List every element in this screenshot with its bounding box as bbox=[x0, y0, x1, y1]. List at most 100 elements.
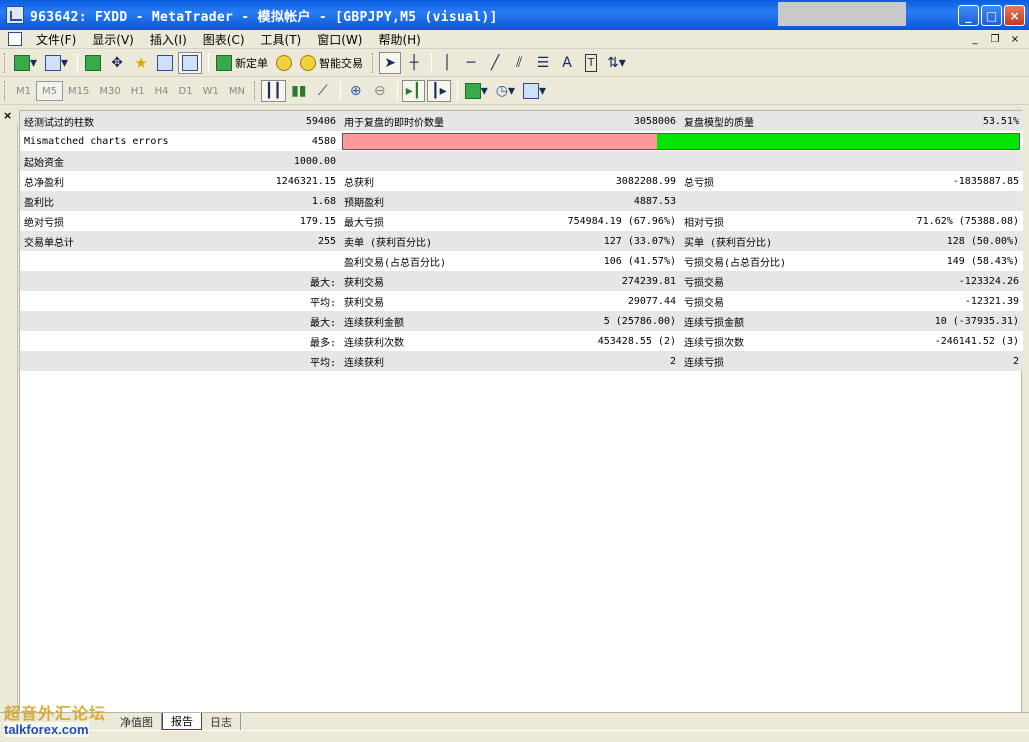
table-row: 经测试过的柱数 59406 用于复盘的即时价数量 3058006 复盘模型的质量… bbox=[20, 111, 1023, 131]
periods-button[interactable]: ◷ ▾ bbox=[493, 80, 518, 102]
timeframe-m1[interactable]: M1 bbox=[11, 81, 36, 101]
dropdown-arrow-icon: ▾ bbox=[61, 55, 69, 71]
dropdown-arrow-icon: ▾ bbox=[30, 55, 38, 71]
crosshair-target-icon: ✥ bbox=[111, 55, 123, 71]
panel-side-strip bbox=[0, 124, 18, 714]
close-button[interactable]: × bbox=[1004, 5, 1025, 26]
new-order-icon bbox=[216, 55, 233, 71]
crosshair-tool-button[interactable]: ┼ bbox=[403, 52, 425, 74]
max-consecutive-wins-label: 连续获利金额 bbox=[340, 311, 520, 331]
equidistant-channel-button[interactable]: ⫽ bbox=[508, 52, 530, 74]
market-watch-button[interactable] bbox=[82, 52, 104, 74]
zoom-in-button[interactable]: ⊕ bbox=[345, 80, 367, 102]
terminal-button[interactable] bbox=[154, 52, 176, 74]
new-chart-button[interactable]: ▾ bbox=[11, 52, 40, 74]
indicators-button[interactable]: ▾ bbox=[462, 80, 491, 102]
terminal-icon bbox=[157, 55, 174, 71]
bar-chart-button[interactable]: ┃┃ bbox=[260, 80, 286, 102]
navigator-button[interactable]: ★ bbox=[130, 52, 152, 74]
table-row: 起始资金 1000.00 bbox=[20, 151, 1023, 171]
max-consecutive-losses-value: 10 (-37935.31) bbox=[860, 311, 1023, 331]
arrows-icon: ⇅▾ bbox=[607, 55, 626, 71]
table-row: 最大: 连续获利金额 5 (25786.00) 连续亏损金额 10 (-3793… bbox=[20, 311, 1023, 331]
loss-trades-label: 亏损交易(占总百分比) bbox=[680, 251, 860, 271]
profit-trades-value: 106 (41.57%) bbox=[520, 251, 680, 271]
panel-close-button[interactable]: × bbox=[3, 109, 17, 123]
tab-equity-graph[interactable]: 净值图 bbox=[112, 713, 162, 730]
chart-window-icon bbox=[8, 32, 22, 46]
timeframe-mn[interactable]: MN bbox=[224, 81, 250, 101]
timeframe-h4[interactable]: H4 bbox=[150, 81, 174, 101]
strategy-tester-icon bbox=[182, 55, 199, 71]
trendline-button[interactable]: ╱ bbox=[484, 52, 506, 74]
mdi-restore-button[interactable]: ❐ bbox=[987, 32, 1003, 46]
text-tool-button[interactable]: A bbox=[556, 52, 578, 74]
timeframe-m5[interactable]: M5 bbox=[36, 81, 63, 101]
average-consecutive-losses-label: 连续亏损 bbox=[680, 351, 860, 371]
crosshair-icon: ┼ bbox=[409, 55, 419, 71]
average-consecutive-wins-label: 连续获利 bbox=[340, 351, 520, 371]
maximize-button[interactable]: □ bbox=[981, 5, 1002, 26]
tab-journal[interactable]: 日志 bbox=[202, 713, 241, 730]
menu-help[interactable]: 帮助(H) bbox=[370, 31, 428, 48]
vertical-line-button[interactable]: │ bbox=[436, 52, 458, 74]
expected-payoff-value: 4887.53 bbox=[520, 191, 680, 211]
zoom-out-button[interactable]: ⊖ bbox=[369, 80, 391, 102]
mdi-close-button[interactable]: × bbox=[1007, 32, 1023, 46]
autoscroll-button[interactable]: ▸┃ bbox=[401, 80, 426, 102]
chart-shift-button[interactable]: ┃▸ bbox=[427, 80, 451, 102]
toolbar-grip[interactable] bbox=[4, 53, 7, 73]
line-chart-button[interactable]: ⟋ bbox=[312, 80, 334, 102]
net-profit-label: 总净盈利 bbox=[20, 171, 180, 191]
star-folder-icon: ★ bbox=[134, 54, 148, 72]
timeframe-w1[interactable]: W1 bbox=[198, 81, 224, 101]
menu-file[interactable]: 文件(F) bbox=[28, 31, 84, 48]
profiles-button[interactable]: ▾ bbox=[42, 52, 71, 74]
ticks-value: 3058006 bbox=[520, 111, 680, 131]
minimize-button[interactable]: _ bbox=[958, 5, 979, 26]
total-trades-value: 255 bbox=[180, 231, 340, 251]
fibonacci-button[interactable]: ☰ bbox=[532, 52, 554, 74]
mismatch-label: Mismatched charts errors bbox=[20, 131, 180, 151]
strategy-tester-button[interactable] bbox=[178, 52, 203, 74]
arrows-button[interactable]: ⇅▾ bbox=[604, 52, 629, 74]
candlestick-button[interactable]: ▮▮ bbox=[288, 80, 310, 102]
timeframe-m15[interactable]: M15 bbox=[63, 81, 94, 101]
data-window-button[interactable]: ✥ bbox=[106, 52, 128, 74]
new-order-button[interactable]: 新定单 bbox=[213, 52, 271, 74]
mdi-minimize-button[interactable]: _ bbox=[967, 32, 983, 46]
maximal-drawdown-value: 754984.19 (67.96%) bbox=[520, 211, 680, 231]
average-profit-label: 获利交易 bbox=[340, 291, 520, 311]
text-tool-icon: A bbox=[562, 55, 572, 71]
timeframe-m30[interactable]: M30 bbox=[94, 81, 125, 101]
table-row: 平均: 连续获利 2 连续亏损 2 bbox=[20, 351, 1023, 371]
menu-window[interactable]: 窗口(W) bbox=[309, 31, 370, 48]
menu-charts[interactable]: 图表(C) bbox=[195, 31, 253, 48]
bar-chart-icon: ┃┃ bbox=[264, 83, 282, 99]
dropdown-arrow-icon: ▾ bbox=[539, 83, 547, 99]
quality-bar-bad-segment bbox=[343, 134, 658, 149]
timeframe-d1[interactable]: D1 bbox=[174, 81, 198, 101]
line-chart-icon: ⟋ bbox=[317, 83, 328, 99]
metaeditor-button[interactable] bbox=[273, 52, 295, 74]
bars-label: 经测试过的柱数 bbox=[20, 111, 180, 131]
menu-view[interactable]: 显示(V) bbox=[84, 31, 142, 48]
absolute-drawdown-label: 绝对亏损 bbox=[20, 211, 180, 231]
quality-label: 复盘模型的质量 bbox=[680, 111, 860, 131]
cursor-tool-button[interactable]: ➤ bbox=[379, 52, 402, 74]
templates-icon bbox=[523, 83, 539, 99]
menu-tools[interactable]: 工具(T) bbox=[253, 31, 310, 48]
expert-advisors-button[interactable]: 智能交易 bbox=[297, 52, 366, 74]
timeframe-h1[interactable]: H1 bbox=[126, 81, 150, 101]
text-label-button[interactable]: T bbox=[580, 52, 602, 74]
absolute-drawdown-value: 179.15 bbox=[180, 211, 340, 231]
average-consecutive-wins-value: 2 bbox=[520, 351, 680, 371]
templates-button[interactable]: ▾ bbox=[520, 80, 549, 102]
menu-insert[interactable]: 插入(I) bbox=[142, 31, 195, 48]
title-bar-region bbox=[778, 2, 906, 26]
title-bar[interactable]: 963642: FXDD - MetaTrader - 模拟帐户 - [GBPJ… bbox=[0, 0, 1029, 30]
quality-value: 53.51% bbox=[860, 111, 1023, 131]
horizontal-line-button[interactable]: ─ bbox=[460, 52, 482, 74]
tab-report[interactable]: 报告 bbox=[162, 713, 202, 730]
metatrader-app-icon bbox=[6, 6, 24, 24]
